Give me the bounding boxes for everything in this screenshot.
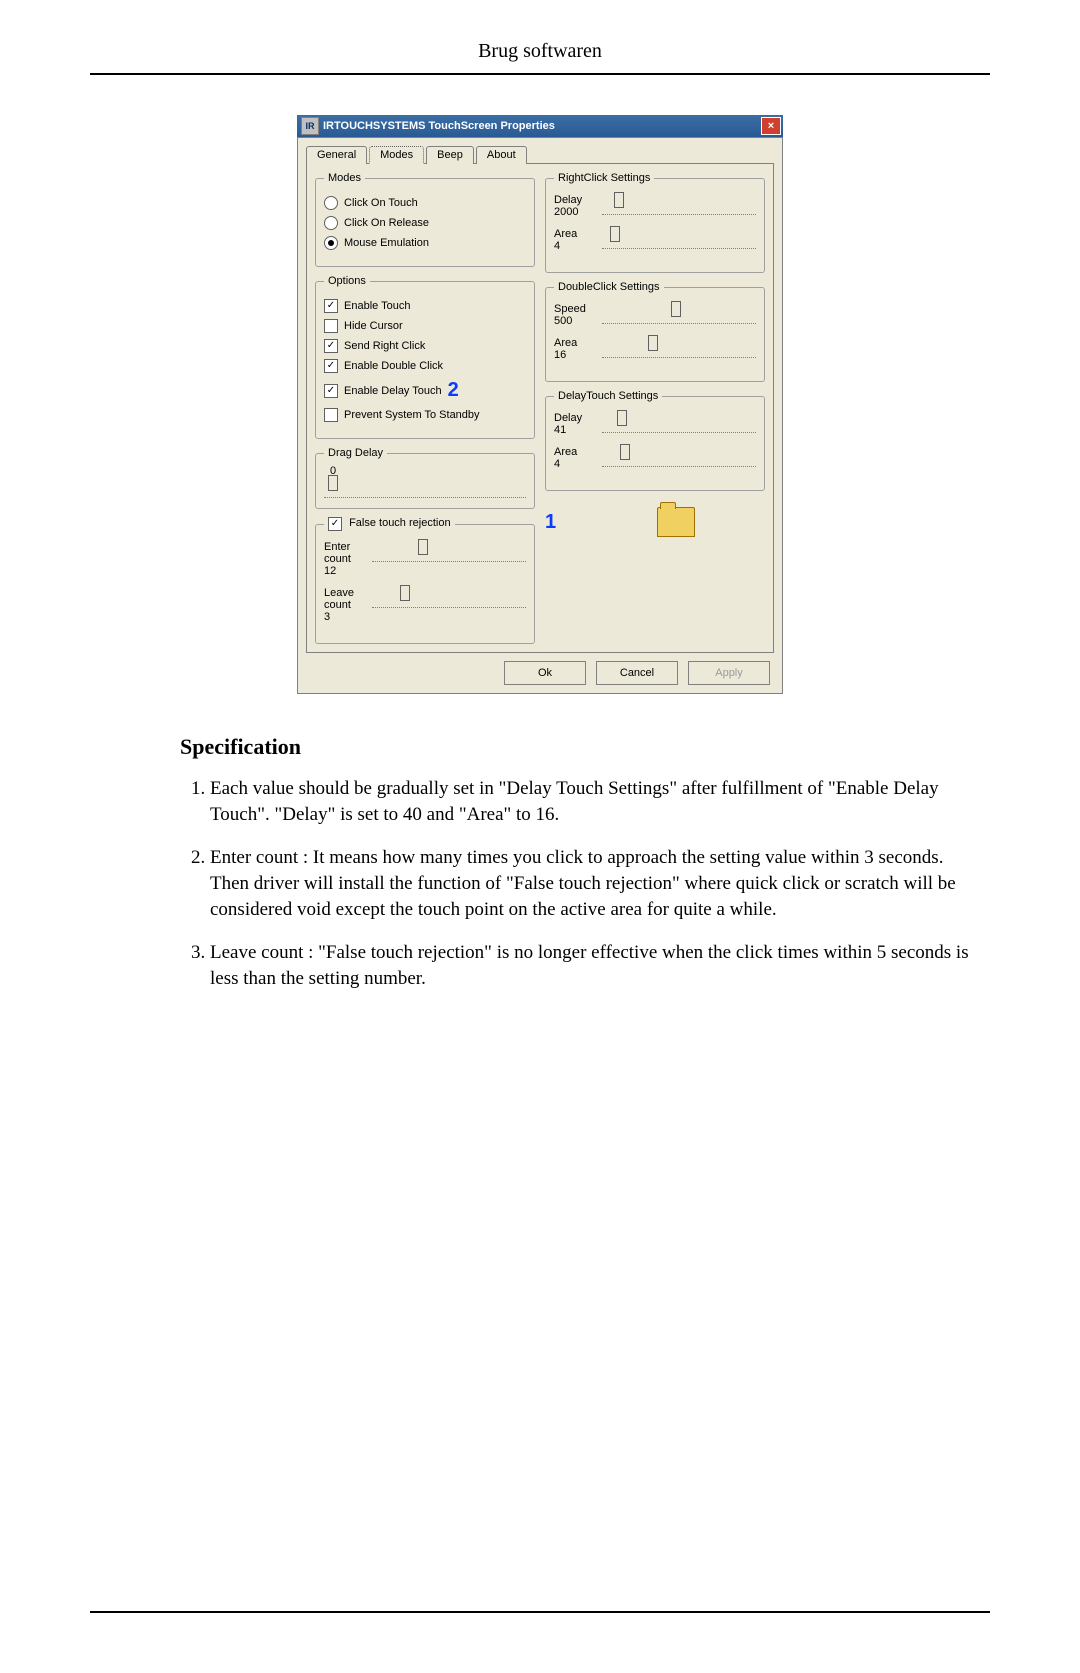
annotation-2: 2 [448, 379, 459, 402]
delaytouch-legend: DelayTouch Settings [554, 390, 662, 402]
tab-modes[interactable]: Modes [369, 146, 424, 164]
doubleclick-area-slider[interactable] [602, 337, 756, 358]
enter-count-slider[interactable] [372, 541, 526, 562]
check-prevent-standby[interactable]: Prevent System To Standby [324, 408, 526, 422]
doubleclick-speed-value: 500 [554, 315, 594, 327]
spec-item-3: Leave count : "False touch rejection" is… [210, 940, 990, 991]
doubleclick-area-value: 16 [554, 349, 594, 361]
ok-button[interactable]: Ok [504, 661, 586, 685]
rightclick-delay-slider[interactable] [602, 194, 756, 215]
leave-count-label: Leave count [324, 587, 364, 611]
tab-pane-modes: Modes Click On Touch Click On Release Mo… [306, 163, 774, 653]
drag-delay-legend: Drag Delay [324, 447, 387, 459]
group-false-touch: False touch rejection Enter count 12 [315, 517, 535, 644]
check-enable-delay-touch[interactable]: Enable Delay Touch 2 [324, 379, 526, 402]
spec-item-2: Enter count : It means how many times yo… [210, 845, 990, 922]
annotation-1: 1 [545, 511, 556, 534]
delaytouch-area-slider[interactable] [602, 446, 756, 467]
drag-delay-slider[interactable] [324, 477, 526, 498]
doubleclick-legend: DoubleClick Settings [554, 281, 664, 293]
modes-legend: Modes [324, 172, 365, 184]
radio-click-on-touch[interactable]: Click On Touch [324, 196, 526, 210]
footer-rule [90, 1611, 990, 1613]
group-rightclick: RightClick Settings Delay 2000 Ar [545, 172, 765, 273]
group-drag-delay: Drag Delay 0 [315, 447, 535, 509]
false-touch-legend: False touch rejection [324, 517, 455, 531]
tab-about[interactable]: About [476, 146, 527, 164]
folder-icon[interactable] [657, 507, 695, 537]
properties-dialog: IR IRTOUCHSYSTEMS TouchScreen Properties… [297, 115, 783, 694]
check-hide-cursor[interactable]: Hide Cursor [324, 319, 526, 333]
rightclick-legend: RightClick Settings [554, 172, 654, 184]
group-options: Options Enable Touch Hide Cursor Send Ri… [315, 275, 535, 439]
check-enable-touch[interactable]: Enable Touch [324, 299, 526, 313]
rightclick-delay-value: 2000 [554, 206, 594, 218]
apply-button[interactable]: Apply [688, 661, 770, 685]
group-modes: Modes Click On Touch Click On Release Mo… [315, 172, 535, 267]
leave-count-slider[interactable] [372, 587, 526, 608]
enter-count-label: Enter count [324, 541, 364, 565]
radio-mouse-emulation[interactable]: Mouse Emulation [324, 236, 526, 250]
options-legend: Options [324, 275, 370, 287]
leave-count-value: 3 [324, 611, 364, 623]
tab-general[interactable]: General [306, 146, 367, 164]
page-title: Brug softwaren [90, 40, 990, 75]
drag-delay-value: 0 [330, 465, 526, 477]
group-doubleclick: DoubleClick Settings Speed 500 Ar [545, 281, 765, 382]
cancel-button[interactable]: Cancel [596, 661, 678, 685]
spec-item-1: Each value should be gradually set in "D… [210, 776, 990, 827]
rightclick-area-slider[interactable] [602, 228, 756, 249]
titlebar: IR IRTOUCHSYSTEMS TouchScreen Properties… [297, 115, 783, 137]
delaytouch-delay-value: 41 [554, 424, 594, 436]
delaytouch-delay-slider[interactable] [602, 412, 756, 433]
check-false-touch[interactable] [328, 517, 342, 531]
delaytouch-area-value: 4 [554, 458, 594, 470]
close-icon[interactable]: × [761, 117, 781, 135]
check-send-right-click[interactable]: Send Right Click [324, 339, 526, 353]
group-delaytouch: DelayTouch Settings Delay 41 Area [545, 390, 765, 491]
rightclick-area-value: 4 [554, 240, 594, 252]
window-title: IRTOUCHSYSTEMS TouchScreen Properties [323, 120, 761, 132]
doubleclick-speed-slider[interactable] [602, 303, 756, 324]
specification-list: Each value should be gradually set in "D… [180, 776, 990, 991]
specification-heading: Specification [180, 734, 990, 760]
check-enable-double-click[interactable]: Enable Double Click [324, 359, 526, 373]
radio-click-on-release[interactable]: Click On Release [324, 216, 526, 230]
tab-beep[interactable]: Beep [426, 146, 474, 164]
enter-count-value: 12 [324, 565, 364, 577]
app-icon: IR [301, 117, 319, 135]
tab-strip: General Modes Beep About [306, 146, 774, 164]
